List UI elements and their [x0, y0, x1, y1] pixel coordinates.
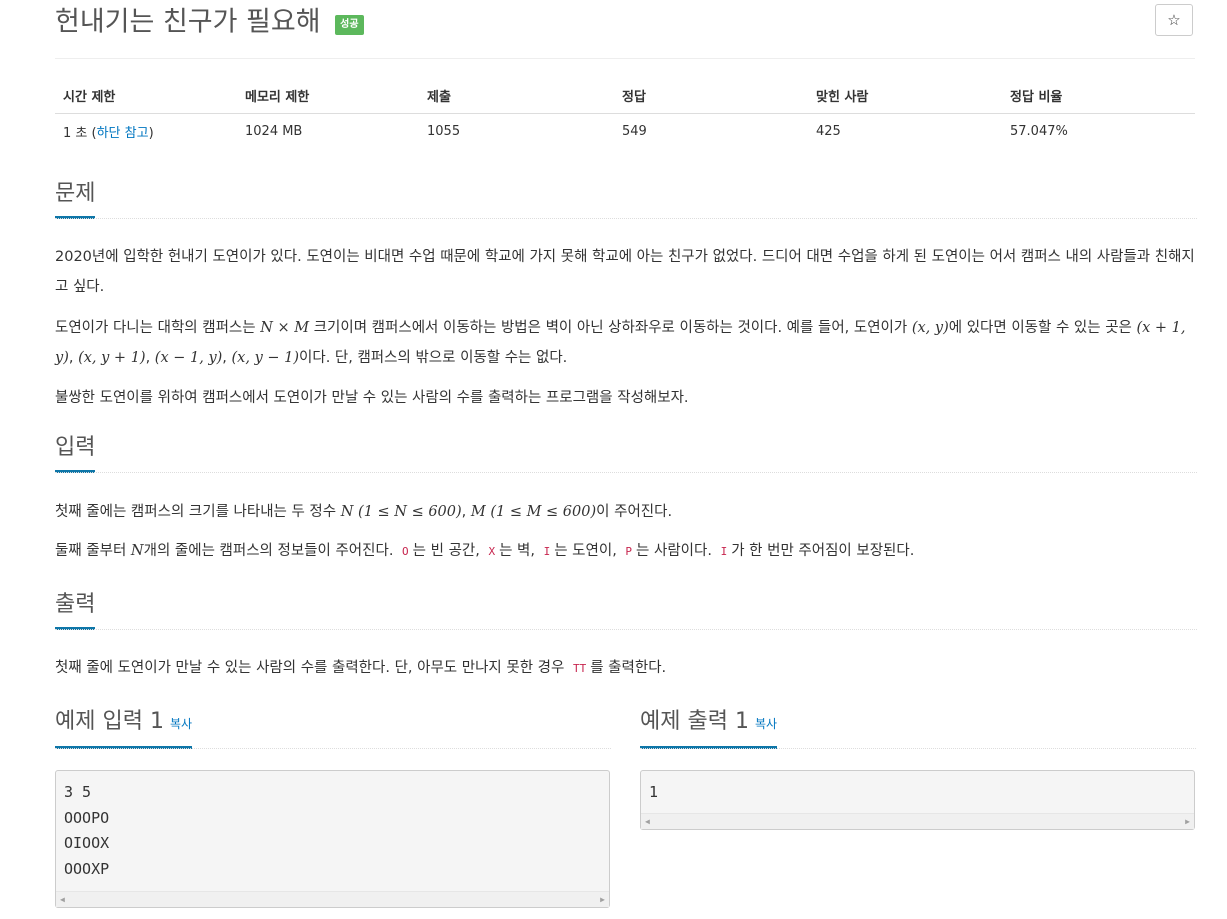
- section-divider: [55, 472, 1197, 473]
- math-expression: M (1 ≤ M ≤ 600): [470, 504, 597, 520]
- code-empty-cell: O: [402, 545, 409, 558]
- math-expression: (x, y + 1): [78, 350, 146, 366]
- math-expression: (x − 1, y): [154, 350, 223, 366]
- problem-paragraph-2: 도연이가 다니는 대학의 캠퍼스는 N × M 크기이며 캠퍼스에서 이동하는 …: [55, 313, 1195, 373]
- title-divider: [55, 58, 1195, 59]
- info-table-header-row: 시간 제한 메모리 제한 제출 정답 맞힌 사람 정답 비율: [55, 78, 1195, 114]
- code-doyeon-cell: I: [720, 545, 728, 558]
- horizontal-scrollbar[interactable]: ◀ ▶: [56, 891, 609, 907]
- math-expression: (x, y): [911, 320, 949, 336]
- problem-paragraph-1: 2020년에 입학한 헌내기 도연이가 있다. 도연이는 비대면 수업 때문에 …: [55, 249, 1195, 295]
- problem-paragraph-3: 불쌍한 도연이를 위하여 캠퍼스에서 도연이가 만날 수 있는 사람의 수를 출…: [55, 390, 689, 406]
- output-section-header: 출력: [55, 591, 1197, 630]
- header-solvers: 맞힌 사람: [816, 90, 869, 105]
- example-input-title-wrap: 예제 입력 1 복사: [55, 708, 193, 749]
- problem-section-header: 문제: [55, 180, 1197, 219]
- code-person-cell: P: [625, 545, 633, 558]
- example-output-text: 1: [649, 783, 659, 801]
- time-limit-close: ): [148, 126, 154, 141]
- input-text: 는 빈 공간,: [412, 543, 485, 559]
- input-section-header: 입력: [55, 434, 1197, 473]
- scroll-left-icon[interactable]: ◀: [645, 817, 650, 826]
- ratio-cell: 57.047%: [1010, 124, 1068, 139]
- problem-info-table: 시간 제한 메모리 제한 제출 정답 맞힌 사람 정답 비율 1 초 (하단 참…: [55, 78, 1195, 149]
- problem-text: 도연이가 다니는 대학의 캠퍼스는: [55, 320, 261, 336]
- example-output-box[interactable]: 1 ◀ ▶: [640, 770, 1195, 830]
- input-text: 는 벽,: [499, 543, 540, 559]
- output-paragraph-1: 첫째 줄에 도연이가 만날 수 있는 사람의 수를 출력한다. 단, 아무도 만…: [55, 653, 1195, 684]
- example-input-title: 예제 입력 1: [55, 709, 164, 734]
- separator: ,: [68, 350, 79, 366]
- header-submissions: 제출: [427, 90, 451, 105]
- problem-text: 이다. 단, 캠퍼스의 밖으로 이동할 수는 없다.: [299, 350, 568, 366]
- problem-section-title: 문제: [55, 180, 96, 219]
- input-text: 첫째 줄에는 캠퍼스의 크기를 나타내는 두 정수: [55, 504, 341, 520]
- example-input-box[interactable]: 3 5 OOOPO OIOOX OOOXP ◀ ▶: [55, 770, 610, 908]
- copy-input-button[interactable]: 복사: [170, 717, 192, 731]
- example-output-title-wrap: 예제 출력 1 복사: [640, 708, 778, 749]
- input-text: 이 주어진다.: [596, 504, 673, 520]
- section-divider: [55, 218, 1197, 219]
- copy-output-button[interactable]: 복사: [755, 717, 777, 731]
- horizontal-scrollbar[interactable]: ◀ ▶: [641, 813, 1194, 829]
- favorite-star-button[interactable]: ☆: [1155, 4, 1193, 36]
- star-icon: ☆: [1167, 11, 1181, 29]
- status-badge: 성공: [335, 14, 364, 35]
- header-ratio: 정답 비율: [1010, 90, 1063, 105]
- example-output-title: 예제 출력 1: [640, 709, 749, 734]
- math-expression: N × M: [260, 320, 310, 336]
- info-table-row: 1 초 (하단 참고) 1024 MB 1055 549 425 57.047%: [55, 114, 1195, 149]
- input-text: 둘째 줄부터: [55, 543, 131, 559]
- code-doyeon-cell: I: [543, 545, 551, 558]
- math-expression: N: [130, 543, 144, 559]
- math-expression: (x, y − 1): [231, 350, 300, 366]
- scroll-left-icon[interactable]: ◀: [60, 895, 65, 904]
- input-paragraph-2: 둘째 줄부터 N개의 줄에는 캠퍼스의 정보들이 주어진다. O는 빈 공간, …: [55, 536, 1195, 567]
- section-divider: [640, 748, 1196, 749]
- output-text: 를 출력한다.: [590, 660, 667, 676]
- input-text: 는 도연이,: [554, 543, 622, 559]
- problem-text: 크기이며 캠퍼스에서 이동하는 방법은 벽이 아닌 상하좌우로 이동하는 것이다…: [309, 320, 912, 336]
- example-input-header: 예제 입력 1 복사: [55, 708, 611, 749]
- input-text: 가 한 번만 주어짐이 보장된다.: [731, 543, 915, 559]
- input-text: 는 사람이다.: [636, 543, 717, 559]
- input-paragraph-1: 첫째 줄에는 캠퍼스의 크기를 나타내는 두 정수 N (1 ≤ N ≤ 600…: [55, 497, 1195, 527]
- header-accepted: 정답: [622, 90, 646, 105]
- input-section-title: 입력: [55, 434, 96, 473]
- separator: ,: [222, 350, 232, 366]
- submissions-cell: 1055: [427, 124, 461, 139]
- code-tt: TT: [572, 662, 587, 675]
- time-limit-note-link[interactable]: 하단 참고: [97, 126, 149, 141]
- scroll-right-icon[interactable]: ▶: [1185, 817, 1190, 826]
- scroll-right-icon[interactable]: ▶: [600, 895, 605, 904]
- output-text: 첫째 줄에 도연이가 만날 수 있는 사람의 수를 출력한다. 단, 아무도 만…: [55, 660, 569, 676]
- time-limit-value: 1 초 (: [63, 126, 97, 141]
- problem-text: 에 있다면 이동할 수 있는 곳은: [948, 320, 1137, 336]
- input-text: 개의 줄에는 캠퍼스의 정보들이 주어진다.: [143, 543, 399, 559]
- section-divider: [55, 629, 1197, 630]
- section-divider: [55, 748, 611, 749]
- page-title: 헌내기는 친구가 필요해 성공: [55, 2, 364, 43]
- time-limit-cell: 1 초 (하단 참고): [55, 122, 237, 141]
- header-time-limit: 시간 제한: [63, 90, 116, 105]
- example-output-header: 예제 출력 1 복사: [640, 708, 1196, 749]
- separator: ,: [461, 504, 471, 520]
- math-expression: N (1 ≤ N ≤ 600): [340, 504, 462, 520]
- separator: ,: [145, 350, 155, 366]
- problem-title: 헌내기는 친구가 필요해: [55, 6, 321, 38]
- example-input-text: 3 5 OOOPO OIOOX OOOXP: [64, 783, 110, 878]
- code-wall-cell: X: [488, 545, 496, 558]
- header-memory-limit: 메모리 제한: [245, 90, 310, 105]
- memory-limit-cell: 1024 MB: [245, 124, 303, 139]
- output-section-title: 출력: [55, 591, 96, 630]
- accepted-cell: 549: [622, 124, 647, 139]
- solvers-cell: 425: [816, 124, 841, 139]
